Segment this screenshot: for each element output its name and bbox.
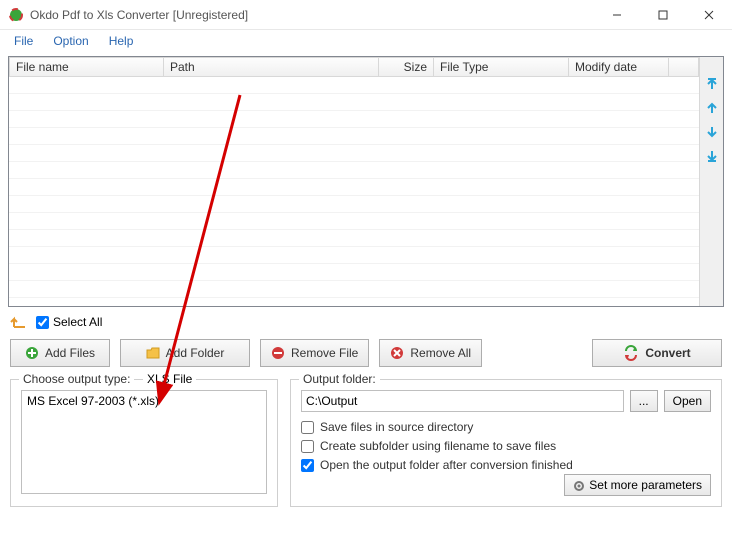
- col-modify[interactable]: Modify date: [569, 57, 669, 77]
- add-folder-label: Add Folder: [166, 346, 225, 360]
- open-after-label: Open the output folder after conversion …: [320, 458, 573, 472]
- plus-icon: [25, 346, 39, 360]
- table-row: [9, 247, 699, 264]
- table-row: [9, 162, 699, 179]
- select-all-checkbox[interactable]: Select All: [36, 315, 102, 329]
- action-button-row: Add Files Add Folder Remove File Remove …: [10, 339, 722, 367]
- output-folder-group: Output folder: ... Open Save files in so…: [290, 379, 722, 507]
- gear-icon: [573, 480, 585, 492]
- file-table[interactable]: File name Path Size File Type Modify dat…: [9, 57, 699, 306]
- add-folder-button[interactable]: Add Folder: [120, 339, 250, 367]
- move-up-button[interactable]: [703, 99, 721, 117]
- remove-file-button[interactable]: Remove File: [260, 339, 369, 367]
- remove-all-button[interactable]: Remove All: [379, 339, 482, 367]
- table-row: [9, 128, 699, 145]
- table-row: [9, 213, 699, 230]
- app-icon: [8, 7, 24, 23]
- convert-label: Convert: [645, 346, 690, 360]
- under-list-bar: Select All: [10, 313, 722, 331]
- parent-folder-icon[interactable]: [10, 313, 28, 331]
- output-type-legend: Choose output type:: [19, 372, 134, 386]
- table-row: [9, 77, 699, 94]
- menu-file[interactable]: File: [6, 32, 41, 50]
- output-folder-legend: Output folder:: [299, 372, 380, 386]
- set-more-parameters-button[interactable]: Set more parameters: [564, 474, 711, 496]
- open-after-input[interactable]: [301, 459, 314, 472]
- set-more-label: Set more parameters: [589, 478, 702, 492]
- select-all-label: Select All: [53, 315, 102, 329]
- output-type-group: Choose output type: XLS File MS Excel 97…: [10, 379, 278, 507]
- remove-all-label: Remove All: [410, 346, 471, 360]
- save-in-source-label: Save files in source directory: [320, 420, 473, 434]
- open-folder-button[interactable]: Open: [664, 390, 711, 412]
- output-type-option[interactable]: MS Excel 97-2003 (*.xls): [27, 394, 261, 408]
- menu-bar: File Option Help: [0, 30, 732, 52]
- table-row: [9, 281, 699, 298]
- add-files-button[interactable]: Add Files: [10, 339, 110, 367]
- create-subfolder-label: Create subfolder using filename to save …: [320, 439, 556, 453]
- folder-icon: [146, 346, 160, 360]
- move-down-button[interactable]: [703, 123, 721, 141]
- move-top-button[interactable]: [703, 75, 721, 93]
- table-row: [9, 94, 699, 111]
- reorder-toolbar: [699, 57, 723, 306]
- minimize-button[interactable]: [594, 0, 640, 30]
- create-subfolder-checkbox[interactable]: Create subfolder using filename to save …: [301, 439, 711, 453]
- table-row: [9, 179, 699, 196]
- file-list-panel: File name Path Size File Type Modify dat…: [8, 56, 724, 307]
- convert-button[interactable]: Convert: [592, 339, 722, 367]
- window-title: Okdo Pdf to Xls Converter [Unregistered]: [30, 8, 594, 22]
- col-filename[interactable]: File name: [9, 57, 164, 77]
- col-path[interactable]: Path: [164, 57, 379, 77]
- table-row: [9, 111, 699, 128]
- output-folder-input[interactable]: [301, 390, 624, 412]
- save-in-source-checkbox[interactable]: Save files in source directory: [301, 420, 711, 434]
- remove-file-label: Remove File: [291, 346, 358, 360]
- close-button[interactable]: [686, 0, 732, 30]
- col-size[interactable]: Size: [379, 57, 434, 77]
- col-filetype[interactable]: File Type: [434, 57, 569, 77]
- table-row: [9, 264, 699, 281]
- table-row: [9, 230, 699, 247]
- title-bar: Okdo Pdf to Xls Converter [Unregistered]: [0, 0, 732, 30]
- open-after-checkbox[interactable]: Open the output folder after conversion …: [301, 458, 711, 472]
- browse-button[interactable]: ...: [630, 390, 658, 412]
- remove-all-icon: [390, 346, 404, 360]
- table-row: [9, 145, 699, 162]
- select-all-input[interactable]: [36, 316, 49, 329]
- move-bottom-button[interactable]: [703, 147, 721, 165]
- table-rows[interactable]: [9, 77, 699, 306]
- col-spacer: [669, 57, 699, 77]
- output-type-list[interactable]: MS Excel 97-2003 (*.xls): [21, 390, 267, 494]
- add-files-label: Add Files: [45, 346, 95, 360]
- bottom-panels: Choose output type: XLS File MS Excel 97…: [10, 379, 722, 507]
- save-in-source-input[interactable]: [301, 421, 314, 434]
- create-subfolder-input[interactable]: [301, 440, 314, 453]
- menu-option[interactable]: Option: [45, 32, 96, 50]
- maximize-button[interactable]: [640, 0, 686, 30]
- menu-help[interactable]: Help: [101, 32, 142, 50]
- table-row: [9, 196, 699, 213]
- minus-icon: [271, 346, 285, 360]
- output-type-current: XLS File: [143, 372, 196, 386]
- convert-icon: [623, 345, 639, 361]
